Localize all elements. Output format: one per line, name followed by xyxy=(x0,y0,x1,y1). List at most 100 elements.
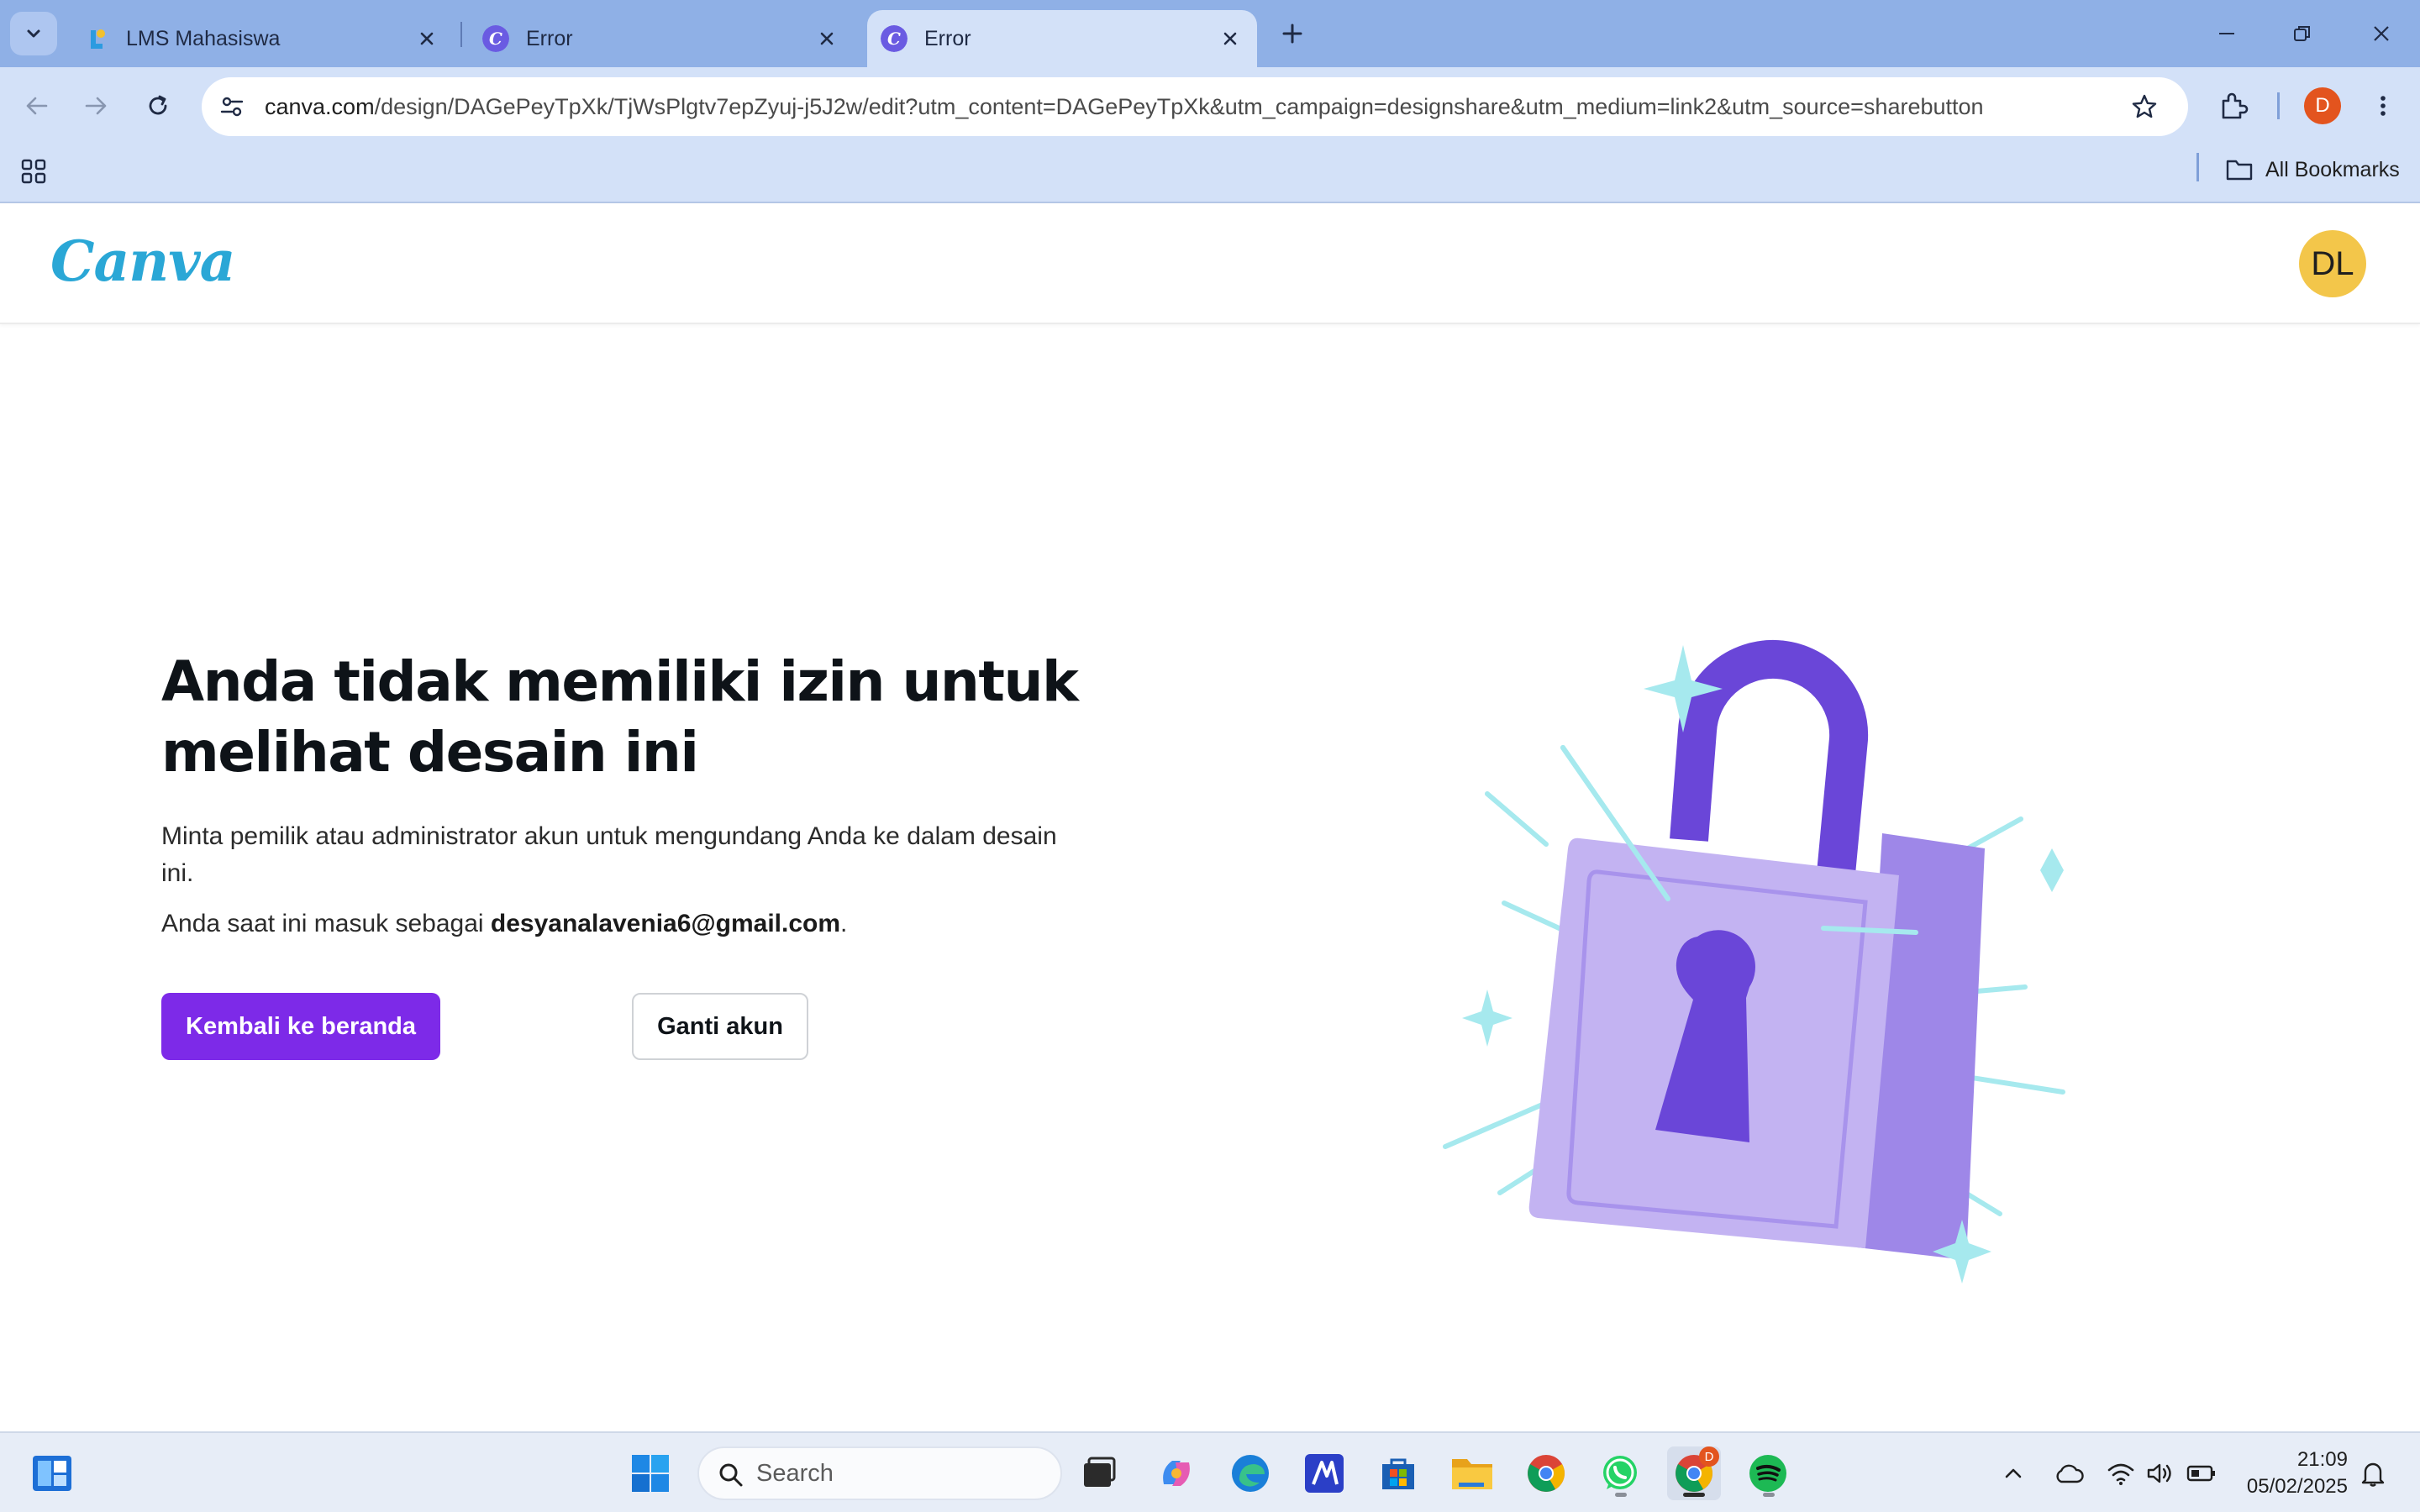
wifi-icon xyxy=(2107,1463,2134,1485)
clock-time: 21:09 xyxy=(2296,1448,2348,1471)
close-icon xyxy=(1223,32,1237,45)
system-clock[interactable]: 21:09 05/02/2025 xyxy=(2238,1446,2348,1500)
browser-tab-strip: LMS Mahasiswa C Error C Error xyxy=(0,0,2420,67)
close-window-button[interactable] xyxy=(2363,15,2400,52)
chrome-button-active[interactable]: D xyxy=(1667,1446,1721,1500)
spotify-button[interactable] xyxy=(1741,1446,1795,1500)
tab-error-1[interactable]: C Error xyxy=(467,10,854,67)
whatsapp-button[interactable] xyxy=(1593,1446,1647,1500)
tab-search-button[interactable] xyxy=(10,12,57,55)
bookmarks-bar: All Bookmarks xyxy=(0,143,2420,203)
chrome-profile-badge: D xyxy=(1699,1446,1719,1467)
taskbar-search[interactable]: Search xyxy=(697,1446,1062,1500)
tab-close-button[interactable] xyxy=(812,24,842,54)
battery-button[interactable] xyxy=(2185,1457,2218,1490)
copilot-icon xyxy=(1163,1461,1190,1486)
forward-button[interactable] xyxy=(76,86,116,126)
reload-icon xyxy=(149,95,167,115)
bell-icon xyxy=(2361,1462,2385,1487)
star-icon xyxy=(2132,94,2157,118)
signed-in-info: Anda saat ini masuk sebagai desyanalaven… xyxy=(161,906,1086,942)
chevron-down-icon xyxy=(27,29,40,38)
canva-header: Canva DL xyxy=(0,203,2420,324)
microsoft-store-button[interactable] xyxy=(1371,1446,1425,1500)
canva-logo[interactable]: Canva xyxy=(50,228,235,294)
new-tab-button[interactable] xyxy=(1274,15,1311,52)
task-view-button[interactable] xyxy=(1072,1446,1126,1500)
page-title: Anda tidak memiliki izin untuk melihat d… xyxy=(161,649,1079,785)
bookmarks-divider xyxy=(2196,153,2199,181)
apps-button[interactable] xyxy=(17,155,50,188)
minimize-button[interactable] xyxy=(2208,15,2245,52)
start-button[interactable] xyxy=(623,1446,677,1500)
show-hidden-icons-button[interactable] xyxy=(1996,1457,2030,1490)
tab-title: Error xyxy=(526,26,573,50)
all-bookmarks-button[interactable]: All Bookmarks xyxy=(2225,153,2400,186)
tab-lms-mahasiswa[interactable]: LMS Mahasiswa xyxy=(67,10,454,67)
chrome-icon xyxy=(1528,1455,1565,1492)
running-indicator xyxy=(1615,1493,1627,1497)
tab-error-active[interactable]: C Error xyxy=(867,10,1257,67)
onedrive-button[interactable] xyxy=(2052,1457,2086,1490)
permission-error-content: Anda tidak memiliki izin untuk melihat d… xyxy=(161,647,1086,942)
site-info-button[interactable] xyxy=(213,88,250,125)
restore-button[interactable] xyxy=(2284,15,2321,52)
padlock-shackle xyxy=(1670,639,1869,876)
extensions-button[interactable] xyxy=(2213,86,2254,126)
back-to-home-button[interactable]: Kembali ke beranda xyxy=(161,993,440,1060)
edge-button[interactable] xyxy=(1223,1446,1277,1500)
more-vertical-icon xyxy=(2381,96,2386,116)
file-explorer-button[interactable] xyxy=(1445,1446,1499,1500)
tab-title: LMS Mahasiswa xyxy=(126,26,281,50)
search-icon xyxy=(719,1463,743,1487)
url-text: canva.com/design/DAGePeyTpXk/TjWsPlgtv7e… xyxy=(265,94,1984,120)
canva-favicon-icon: C xyxy=(881,25,908,52)
app-m-button[interactable] xyxy=(1297,1446,1351,1500)
notifications-button[interactable] xyxy=(2356,1457,2390,1490)
wifi-button[interactable] xyxy=(2104,1457,2138,1490)
svg-text:C: C xyxy=(887,29,901,49)
minimize-icon xyxy=(2219,33,2234,34)
tune-icon xyxy=(220,97,244,117)
windows-taskbar: Search D 21:09 05/02/2025 xyxy=(0,1431,2420,1512)
windows-logo-icon xyxy=(632,1455,669,1492)
whatsapp-icon xyxy=(1603,1456,1637,1489)
back-button[interactable] xyxy=(17,86,57,126)
arrow-right-icon xyxy=(85,97,107,115)
folder-icon xyxy=(1452,1459,1492,1489)
chrome-button-1[interactable] xyxy=(1519,1446,1573,1500)
profile-button[interactable]: D xyxy=(2304,87,2341,124)
search-placeholder: Search xyxy=(756,1459,834,1487)
puzzle-icon xyxy=(2222,92,2249,119)
signed-in-email: desyanalavenia6@gmail.com xyxy=(490,910,841,937)
clock-date: 05/02/2025 xyxy=(2246,1475,2348,1498)
copilot-button[interactable] xyxy=(1150,1446,1203,1500)
reload-button[interactable] xyxy=(138,86,178,126)
padlock-illustration xyxy=(1443,639,2065,1284)
volume-button[interactable] xyxy=(2143,1457,2176,1490)
app-m-icon xyxy=(1305,1454,1344,1493)
user-avatar[interactable]: DL xyxy=(2299,230,2366,297)
close-icon xyxy=(420,32,434,45)
bookmark-star-button[interactable] xyxy=(2126,88,2163,125)
canva-favicon-icon: C xyxy=(482,25,509,52)
browser-menu-button[interactable] xyxy=(2363,86,2403,126)
switch-account-button[interactable]: Ganti akun xyxy=(632,993,808,1060)
close-icon xyxy=(820,32,834,45)
widgets-button[interactable] xyxy=(25,1446,79,1500)
restore-icon xyxy=(2294,26,2310,41)
spotify-icon xyxy=(1749,1455,1786,1492)
address-bar[interactable]: canva.com/design/DAGePeyTpXk/TjWsPlgtv7e… xyxy=(202,77,2188,136)
svg-text:C: C xyxy=(489,29,502,49)
store-icon xyxy=(1382,1458,1414,1489)
cloud-icon xyxy=(2056,1464,2084,1483)
apps-grid-icon xyxy=(21,159,46,184)
toolbar-divider xyxy=(2277,92,2280,119)
tab-close-button[interactable] xyxy=(1215,24,1245,54)
signed-in-prefix: Anda saat ini masuk sebagai xyxy=(161,910,491,937)
running-indicator xyxy=(1763,1493,1775,1497)
running-indicator xyxy=(1683,1493,1705,1497)
signed-in-suffix: . xyxy=(840,910,848,937)
tab-close-button[interactable] xyxy=(412,24,442,54)
close-icon xyxy=(2374,26,2389,41)
